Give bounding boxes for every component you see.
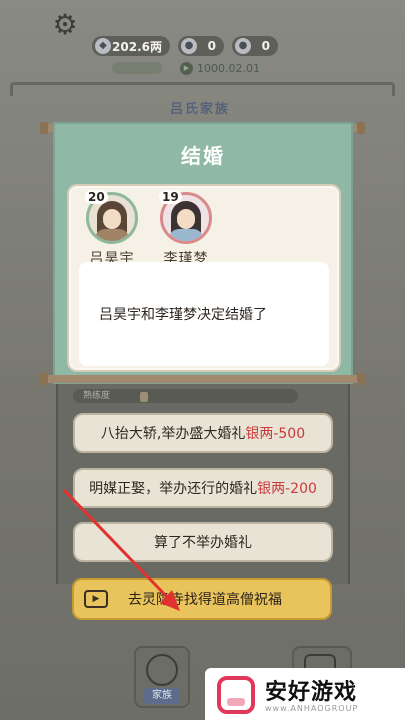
silver-ingot-icon: ◆ (95, 38, 111, 54)
watermark: 安好游戏 www.ANHAOGROUP (205, 668, 405, 720)
timer-label-bar (112, 62, 162, 74)
family-tree-icon (146, 654, 178, 686)
option-no-wedding-button[interactable]: 算了不举办婚礼 (73, 522, 333, 562)
scene-frame (10, 82, 395, 96)
resource-b-value: 0 (261, 39, 270, 53)
groom-portrait[interactable]: 20 吕昊宇 (79, 190, 145, 268)
gear-icon[interactable]: ⚙ (50, 10, 80, 40)
silver-counter: ◆ 202.6两 (92, 36, 170, 56)
scroll-rod-bottom (40, 373, 365, 385)
timer-value: 1000.02.01 (197, 61, 260, 75)
marriage-message: 吕昊宇和李瑾梦决定结婚了 (99, 307, 267, 323)
resource-counter-b: ● 0 (232, 36, 278, 56)
option-modest-wedding-button[interactable]: 明媒正娶，举办还行的婚礼 银两-200 (73, 468, 333, 508)
resource-counter-a: ● 0 (178, 36, 224, 56)
nav-family-label: 家族 (144, 688, 180, 704)
resource-b-icon: ● (235, 38, 251, 54)
game-timer: ▶ 1000.02.01 (180, 60, 260, 76)
option-cost: 银两-500 (245, 426, 306, 442)
resource-a-icon: ● (181, 38, 197, 54)
marriage-dialog: 结婚 20 吕昊宇 19 李瑾梦 吕昊宇和李瑾梦决定结婚了 (53, 122, 353, 384)
dialog-title: 结婚 (181, 144, 225, 168)
age-badge: 20 (85, 190, 108, 204)
option-label: 八抬大轿,举办盛大婚礼 (100, 426, 246, 442)
resource-a-value: 0 (207, 39, 216, 53)
proficiency-bar: 熟练度 (73, 389, 298, 403)
nav-family-button[interactable]: 家族 (134, 646, 190, 708)
temple-blessing-label: 去灵隐寺找得道高僧祝福 (128, 592, 282, 608)
message-box: 吕昊宇和李瑾梦决定结婚了 (79, 262, 329, 366)
silver-amount: 202.6两 (112, 39, 162, 54)
option-label: 算了不举办婚礼 (154, 535, 252, 551)
watermark-url: www.ANHAOGROUP (265, 704, 359, 713)
age-badge: 19 (159, 190, 182, 204)
watermark-brand: 安好游戏 (265, 680, 358, 705)
option-label: 明媒正娶，举办还行的婚礼 (89, 481, 258, 497)
video-ad-icon: ▶ (84, 590, 108, 608)
temple-blessing-button[interactable]: ▶ 去灵隐寺找得道高僧祝福 (72, 578, 332, 620)
option-grand-wedding-button[interactable]: 八抬大轿,举办盛大婚礼 银两-500 (73, 413, 333, 453)
family-title: 吕氏家族 (169, 102, 230, 117)
option-cost: 银两-200 (257, 481, 317, 497)
proficiency-label: 熟练度 (83, 391, 111, 401)
bride-portrait[interactable]: 19 李瑾梦 (153, 190, 219, 268)
dialog-card: 20 吕昊宇 19 李瑾梦 吕昊宇和李瑾梦决定结婚了 (67, 184, 341, 372)
proficiency-fill (140, 392, 148, 402)
play-icon[interactable]: ▶ (180, 61, 193, 75)
brand-logo-icon (217, 676, 255, 714)
